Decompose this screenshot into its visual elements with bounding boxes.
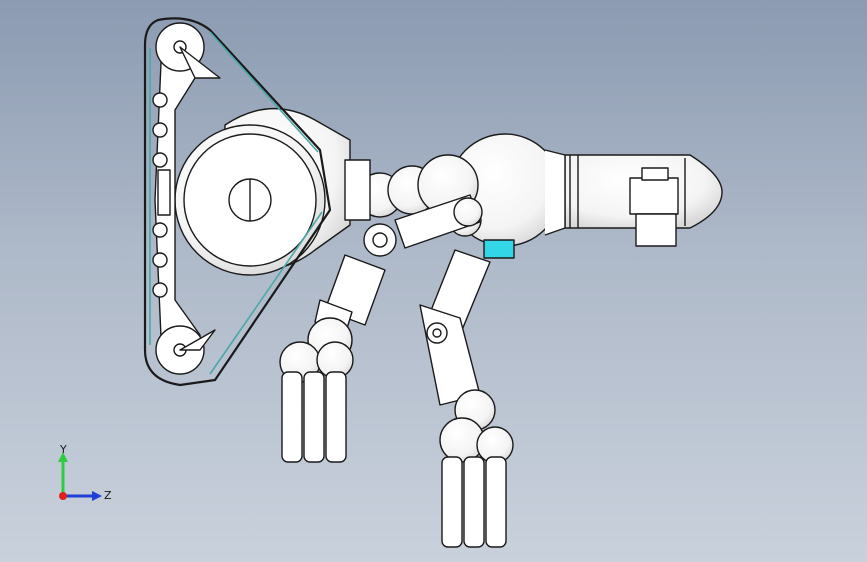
z-axis-label: Z <box>104 489 112 502</box>
tail-unit <box>564 154 723 247</box>
orientation-triad: Y Z <box>58 443 112 502</box>
cyan-bracket <box>483 239 515 259</box>
y-axis-label: Y <box>59 443 67 456</box>
robot-assembly-model[interactable] <box>0 0 867 562</box>
rear-leg <box>419 249 514 548</box>
cad-graphics-viewport[interactable]: Y Z <box>0 0 867 562</box>
head-drum <box>174 107 371 276</box>
x-axis-point <box>59 492 67 500</box>
